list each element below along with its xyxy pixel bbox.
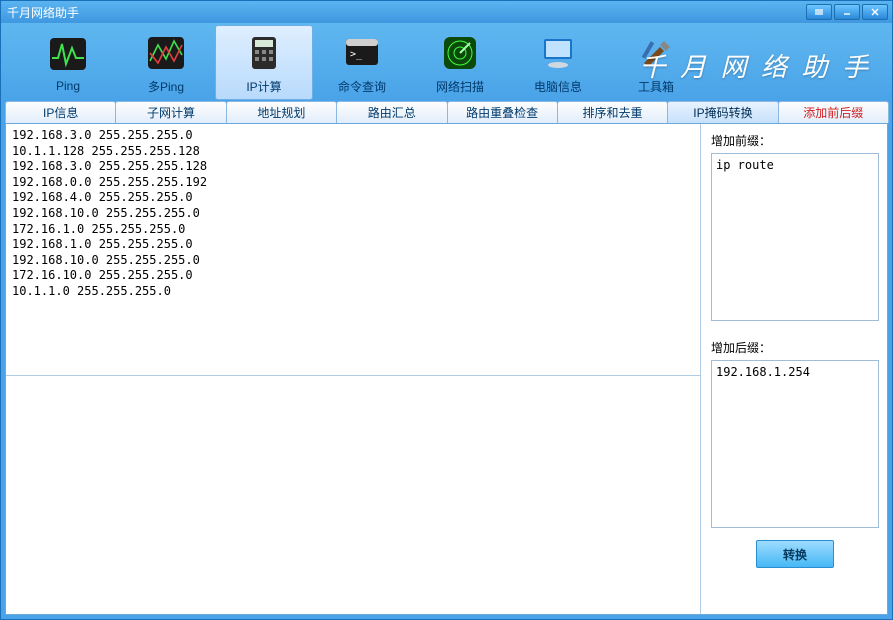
pcinfo-icon [534,30,582,76]
tool-cmdq-label: 命令查询 [338,78,386,95]
tool-cmdq[interactable]: >_ 命令查询 [313,26,411,99]
tab-subnet[interactable]: 子网计算 [115,101,226,123]
output-textarea-lower[interactable] [6,376,700,614]
tool-pcinfo[interactable]: 电脑信息 [509,26,607,99]
tool-ipcalc-label: IP计算 [246,78,281,95]
cmdq-icon: >_ [338,30,386,76]
tool-netscan-label: 网络扫描 [436,78,484,95]
prefix-input[interactable] [711,153,879,321]
tab-routesum[interactable]: 路由汇总 [336,101,447,123]
tool-ping[interactable]: Ping [19,27,117,97]
tool-ipcalc[interactable]: IP计算 [215,25,313,100]
main-toolbar: Ping 多Ping IP计算 >_ 命令查询 网络扫描 [1,23,892,101]
tab-overlap[interactable]: 路由重叠检查 [447,101,558,123]
ping-icon [44,31,92,77]
tab-sortdedup[interactable]: 排序和去重 [557,101,668,123]
tab-prefsuf[interactable]: 添加前后缀 [778,101,889,123]
minimize-icon [842,7,852,17]
tool-ping-label: Ping [56,79,80,93]
menu-button[interactable] [806,4,832,20]
close-button[interactable] [862,4,888,20]
tool-netscan[interactable]: 网络扫描 [411,26,509,99]
tool-mping-label: 多Ping [148,78,184,95]
convert-button[interactable]: 转换 [756,540,834,568]
close-icon [870,7,880,17]
tool-mping[interactable]: 多Ping [117,26,215,99]
sub-tabs: IP信息 子网计算 地址规划 路由汇总 路由重叠检查 排序和去重 IP掩码转换 … [1,101,892,123]
tab-addrplan[interactable]: 地址规划 [226,101,337,123]
prefix-label: 增加前缀： [711,132,879,149]
svg-text:>_: >_ [350,49,363,60]
left-pane: 192.168.3.0 255.255.255.0 10.1.1.128 255… [6,124,701,614]
input-textarea-upper[interactable]: 192.168.3.0 255.255.255.0 10.1.1.128 255… [6,124,700,376]
titlebar: 千月网络助手 [1,1,892,23]
netscan-icon [436,30,484,76]
menu-icon [814,7,824,17]
brand-text: 千 月 网 络 助 手 [639,47,872,84]
suffix-label: 增加后缀： [711,339,879,356]
tab-ipinfo[interactable]: IP信息 [5,101,116,123]
right-pane: 增加前缀： 增加后缀： 转换 [701,124,887,614]
tab-maskconv[interactable]: IP掩码转换 [667,101,778,123]
ipcalc-icon [240,30,288,76]
window-controls [806,4,888,20]
tool-pcinfo-label: 电脑信息 [534,78,582,95]
workspace: 192.168.3.0 255.255.255.0 10.1.1.128 255… [5,123,888,615]
mping-icon [142,30,190,76]
app-window: 千月网络助手 Ping 多Ping [0,0,893,620]
suffix-input[interactable] [711,360,879,528]
window-title: 千月网络助手 [7,4,79,21]
minimize-button[interactable] [834,4,860,20]
